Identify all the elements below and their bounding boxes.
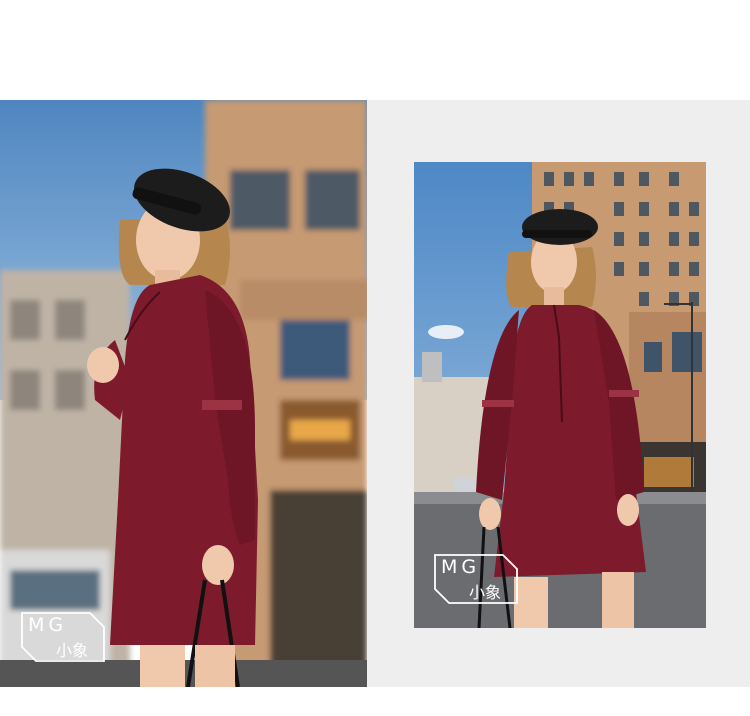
left-photo-illustration <box>0 100 367 687</box>
right-photo: MG 小象 <box>414 162 706 628</box>
left-photo: MG 小象 <box>0 100 367 687</box>
watermark-cjk-left: 小象 <box>56 641 89 660</box>
watermark-cjk-right: 小象 <box>469 583 502 602</box>
watermark-latin-left: MG <box>28 614 68 636</box>
watermark-latin-right: MG <box>441 556 481 578</box>
